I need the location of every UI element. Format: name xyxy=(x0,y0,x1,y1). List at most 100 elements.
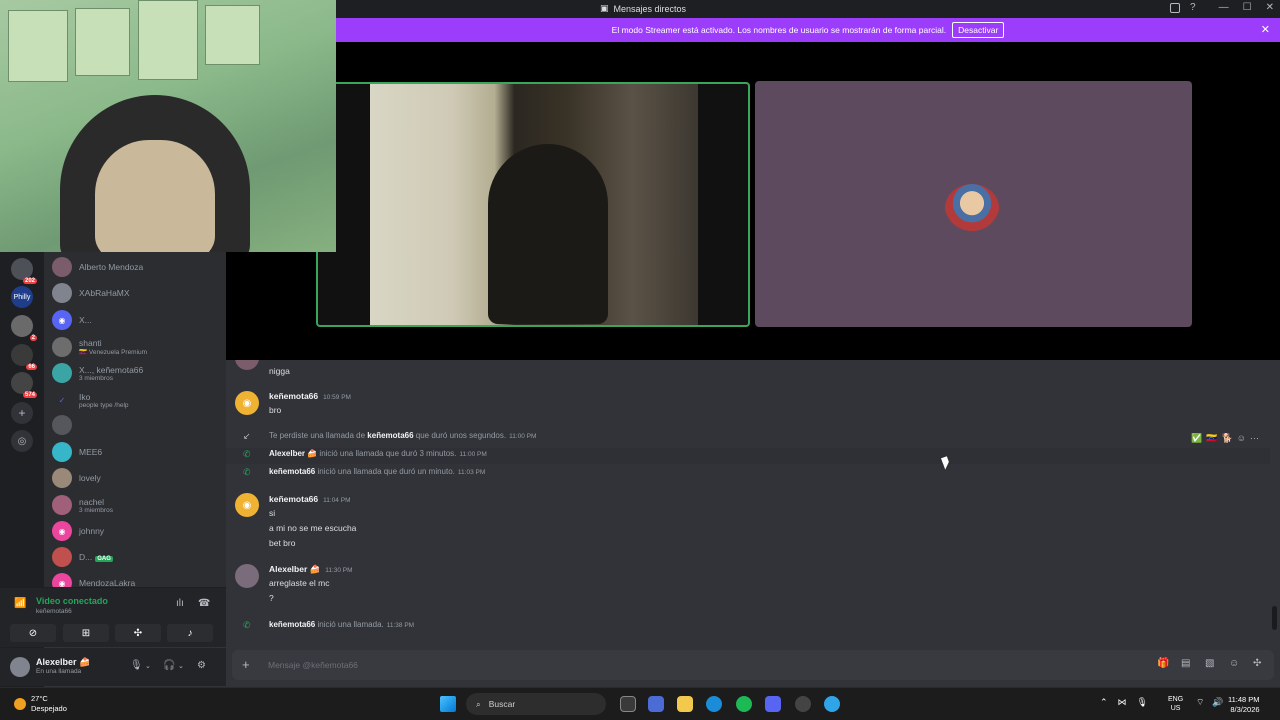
chevron-down-icon[interactable]: ⌄ xyxy=(145,662,151,670)
help-icon[interactable]: ? xyxy=(1190,2,1196,13)
volume-icon[interactable]: 🔊 xyxy=(1212,697,1223,708)
discord-window: ▣ Mensajes directos ? — ☐ ✕ El modo Stre… xyxy=(0,0,1280,720)
window-controls: — ☐ ✕ xyxy=(1219,2,1274,13)
camera-off-icon: ⊘ xyxy=(28,627,38,639)
username[interactable]: Alexelber 🍰 xyxy=(36,657,90,668)
headphones-icon[interactable]: 🎧 xyxy=(163,660,175,671)
message-text: si xyxy=(269,508,276,518)
chevron-up-icon[interactable]: ⌃ xyxy=(1100,697,1108,708)
apps-icon[interactable]: ✣ xyxy=(1253,658,1261,669)
avatar xyxy=(52,468,72,488)
wifi-icon[interactable]: ⌔ xyxy=(1196,697,1204,708)
activities-button[interactable]: ✣ xyxy=(115,624,161,642)
banner-close-icon[interactable]: ✕ xyxy=(1261,23,1270,36)
dm-item[interactable]: ◉ MendozaLakra xyxy=(52,572,222,587)
taskbar-search[interactable]: ⌕ Buscar xyxy=(466,693,606,715)
language-indicator[interactable]: ENG US xyxy=(1168,695,1183,713)
avatar[interactable] xyxy=(235,564,259,588)
maximize-icon[interactable]: ☐ xyxy=(1243,2,1252,13)
phone-icon: ✆ xyxy=(243,449,251,459)
call-area xyxy=(226,42,1280,360)
server-icon[interactable]: Philly xyxy=(11,286,33,308)
dm-item[interactable]: ✓ Iko people type /help xyxy=(52,389,222,411)
window-title: ▣ Mensajes directos xyxy=(600,3,687,14)
video-tile-kenemota[interactable] xyxy=(316,82,750,327)
server-icon[interactable]: 66 xyxy=(11,344,37,370)
steam-icon[interactable] xyxy=(795,696,811,712)
bot-avatar: ✓ xyxy=(52,390,72,410)
network-icon[interactable]: ⋈ xyxy=(1118,697,1127,708)
mention-badge: 66 xyxy=(26,364,37,370)
discover-icon[interactable]: ◎ xyxy=(11,430,33,452)
video-tile-self[interactable] xyxy=(755,81,1192,327)
server-icon[interactable]: 574 xyxy=(11,372,37,398)
message-text: bro xyxy=(269,405,282,415)
dm-item[interactable]: ◉ X... xyxy=(52,309,222,331)
dm-item[interactable]: MEE6 xyxy=(52,441,222,463)
gear-icon[interactable]: ⚙ xyxy=(197,660,206,671)
flag-reaction-icon[interactable]: 🇻🇪 xyxy=(1206,433,1217,444)
dm-item-group[interactable]: X..., keñemota66 3 miembros xyxy=(52,362,222,384)
dm-item[interactable]: Alberto Mendoza xyxy=(52,256,222,278)
microphone-tray-icon[interactable]: 🎙 xyxy=(1137,697,1148,708)
windows-start-icon[interactable] xyxy=(440,696,456,712)
add-reaction-icon[interactable]: ☺ xyxy=(1237,433,1246,444)
soundboard-button[interactable]: ♪ xyxy=(167,624,213,642)
dm-item[interactable]: ◉ johnny xyxy=(52,520,222,542)
chat-scrollbar[interactable] xyxy=(1272,606,1277,630)
screen-share-button[interactable]: ⊞ xyxy=(63,624,109,642)
disconnect-icon[interactable]: ☎ xyxy=(198,598,210,609)
dm-item[interactable]: shanti 🇻🇪 Venezuela Premium xyxy=(52,336,222,358)
clock[interactable]: 11:48 PM 8/3/2026 xyxy=(1228,695,1260,715)
system-message: keñemota66 inició una llamada. 11:38 PM xyxy=(269,620,415,629)
camera-off-button[interactable]: ⊘ xyxy=(10,624,56,642)
microphone-icon[interactable]: 🎙 xyxy=(130,660,143,671)
avatar[interactable] xyxy=(235,360,259,370)
discord-logo-icon[interactable]: ◉ xyxy=(235,493,259,517)
attach-plus-icon[interactable]: + xyxy=(242,657,250,672)
dm-item[interactable]: D... GAG xyxy=(52,546,222,568)
edge-dev-icon[interactable] xyxy=(824,696,840,712)
user-panel: Alexelber 🍰 En una llamada 🎙 ⌄ 🎧 ⌄ ⚙ xyxy=(0,648,226,686)
phone-icon: ✆ xyxy=(243,620,251,630)
avatar xyxy=(52,547,72,567)
phone-icon: ✆ xyxy=(243,467,251,477)
close-window-icon[interactable]: ✕ xyxy=(1266,2,1274,13)
chevron-down-icon[interactable]: ⌄ xyxy=(178,662,184,670)
inbox-icon[interactable] xyxy=(1170,3,1180,13)
signal-icon[interactable]: 📶 xyxy=(14,598,26,609)
noise-suppression-icon[interactable]: ılı xyxy=(176,598,184,609)
edge-icon[interactable] xyxy=(706,696,722,712)
message-author[interactable]: keñemota66 10:59 PM xyxy=(269,391,351,401)
more-options-icon[interactable]: ··· xyxy=(1250,433,1259,444)
server-icon[interactable]: 2 xyxy=(11,315,37,341)
dm-item[interactable]: lovely xyxy=(52,467,222,489)
task-view-icon[interactable] xyxy=(620,696,636,712)
dm-item[interactable] xyxy=(52,414,222,436)
dm-item[interactable]: XAbRaHaMX xyxy=(52,282,222,304)
file-explorer-icon[interactable] xyxy=(677,696,693,712)
message-author[interactable]: keñemota66 11:04 PM xyxy=(269,494,350,504)
emoji-icon[interactable]: ☺ xyxy=(1229,658,1239,669)
message-text: bet bro xyxy=(269,538,296,548)
spotify-icon[interactable] xyxy=(736,696,752,712)
emoji-reaction-icon[interactable]: 🐕 xyxy=(1222,433,1233,444)
check-reaction-icon[interactable]: ✅ xyxy=(1191,433,1202,444)
banner-text: El modo Streamer está activado. Los nomb… xyxy=(611,25,947,35)
deactivate-streamer-button[interactable]: Desactivar xyxy=(952,22,1005,38)
sticker-icon[interactable]: ▧ xyxy=(1205,658,1214,669)
store-icon[interactable] xyxy=(648,696,664,712)
weather-widget[interactable]: 27°C Despejado xyxy=(14,694,67,714)
add-server-icon[interactable]: + xyxy=(11,402,33,424)
avatar[interactable] xyxy=(10,657,30,677)
gift-icon[interactable]: 🎁 xyxy=(1157,658,1169,669)
server-icon[interactable]: 202 xyxy=(11,258,37,284)
mention-badge: 2 xyxy=(29,335,37,341)
minimize-icon[interactable]: — xyxy=(1219,2,1229,13)
message-author[interactable]: Alexelber 🍰 11:30 PM xyxy=(269,564,353,575)
dm-item-group[interactable]: nachel 3 miembros xyxy=(52,494,222,516)
discord-logo-icon[interactable]: ◉ xyxy=(235,391,259,415)
message-input[interactable] xyxy=(268,658,968,672)
gif-icon[interactable]: ▤ xyxy=(1181,658,1190,669)
discord-app-icon[interactable] xyxy=(765,696,781,712)
